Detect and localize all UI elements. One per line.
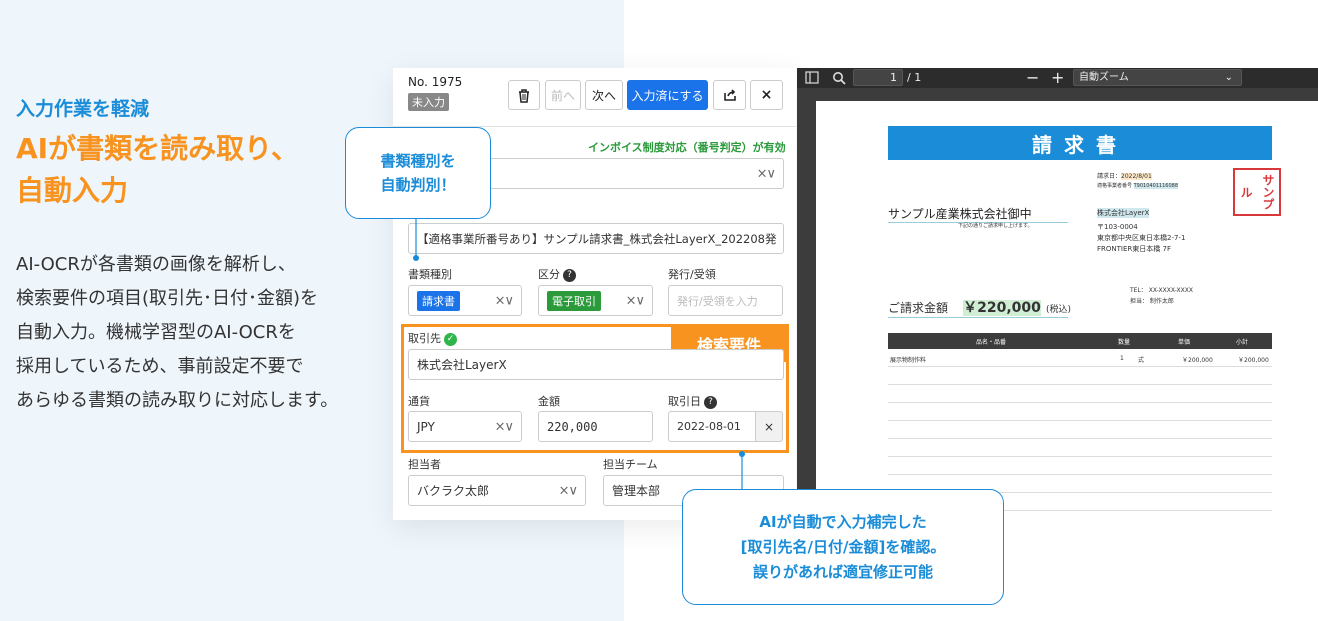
callout-connectors bbox=[413, 219, 745, 489]
doc-type-callout: 書類種別を 自動判別！ bbox=[345, 127, 491, 219]
callout-line: 誤りがあれば適宜修正可能 bbox=[752, 562, 933, 581]
callout-line: [取引先名/日付/金額]を確認。 bbox=[740, 537, 946, 556]
callout-line: 書類種別を bbox=[380, 152, 456, 170]
autofill-callout: AIが自動で入力補完した [取引先名/日付/金額]を確認。 誤りがあれば適宜修正… bbox=[682, 489, 1004, 605]
callout-line: 自動判別！ bbox=[380, 176, 456, 194]
callout-line: AIが自動で入力補完した bbox=[759, 512, 927, 531]
